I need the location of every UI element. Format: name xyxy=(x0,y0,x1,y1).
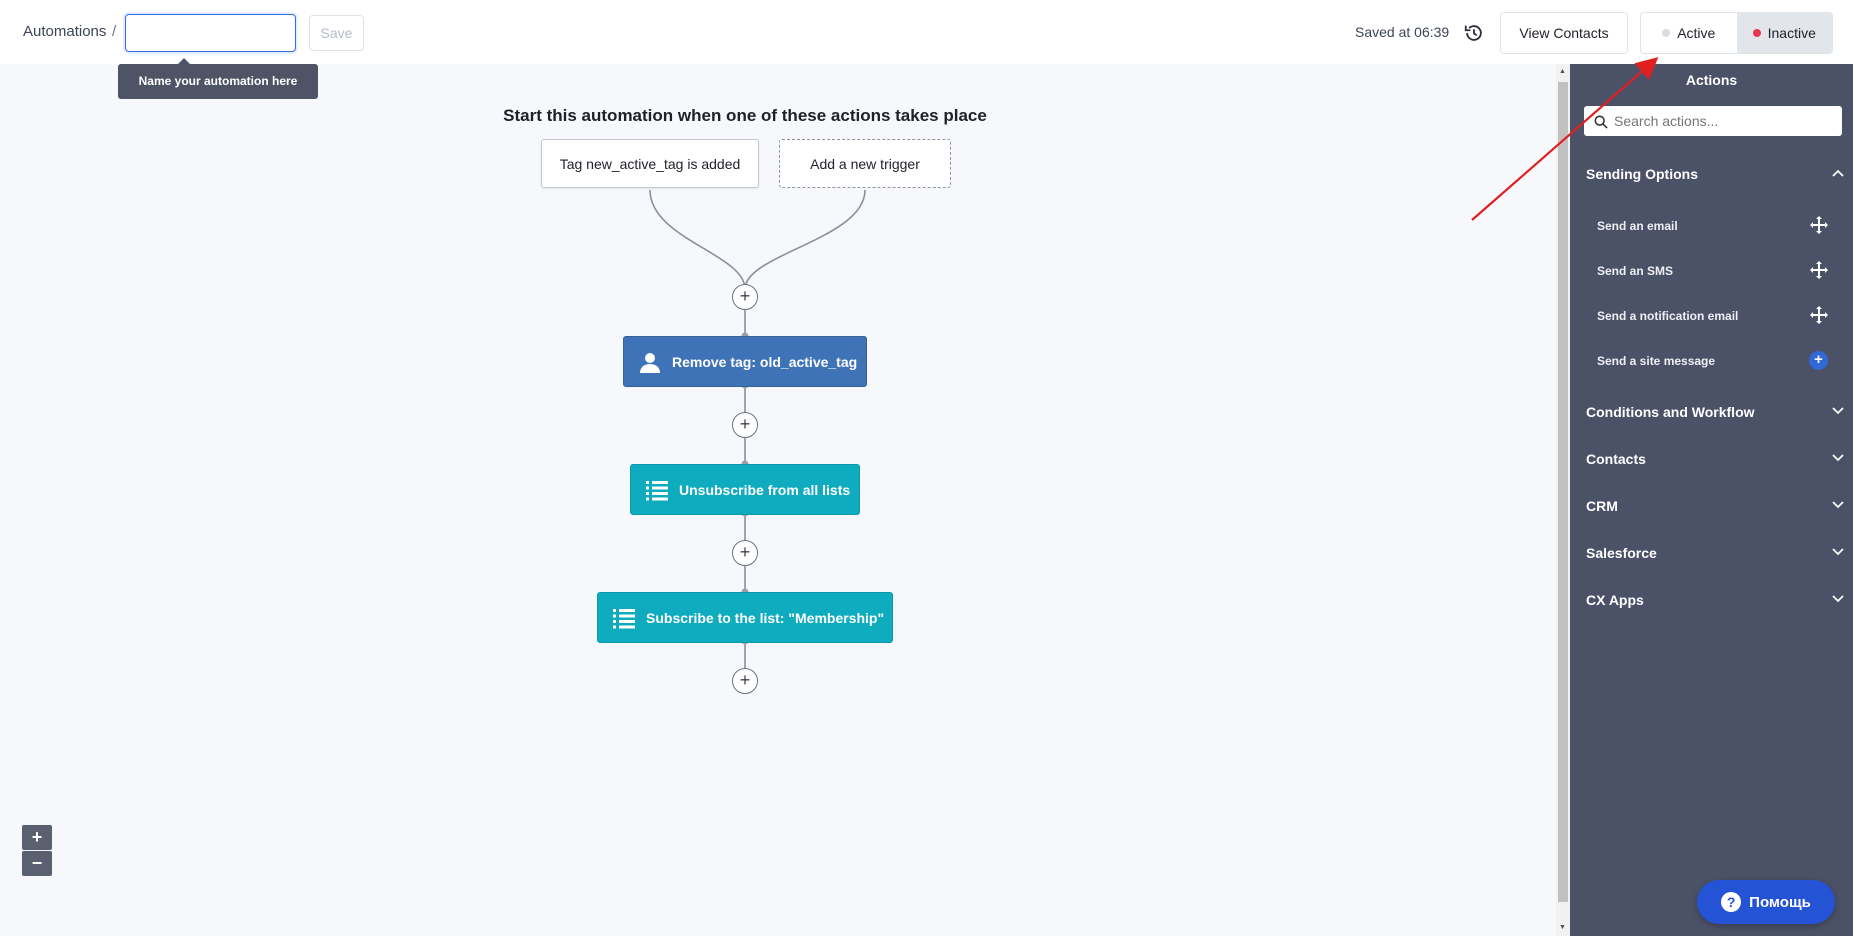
step-unsubscribe-all[interactable]: Unsubscribe from all lists xyxy=(630,464,860,515)
breadcrumb-separator: / xyxy=(112,23,117,40)
add-step-button[interactable]: + xyxy=(732,284,758,310)
trigger-tag-added[interactable]: Tag new_active_tag is added xyxy=(541,139,759,188)
section-label: CX Apps xyxy=(1586,592,1644,608)
action-send-email[interactable]: Send an email xyxy=(1597,216,1829,234)
action-label: Send an email xyxy=(1597,219,1678,233)
inactive-dot-icon xyxy=(1752,29,1761,37)
action-label: Send a notification email xyxy=(1597,309,1739,323)
section-salesforce[interactable]: Salesforce xyxy=(1586,545,1844,561)
chevron-down-icon xyxy=(1832,595,1844,603)
search-icon xyxy=(1594,115,1608,129)
chevron-down-icon xyxy=(1832,407,1844,415)
status-active-option[interactable]: Active xyxy=(1641,13,1737,53)
canvas-title: Start this automation when one of these … xyxy=(503,106,987,125)
chevron-down-icon xyxy=(1832,501,1844,509)
add-step-button[interactable]: + xyxy=(732,540,758,566)
list-icon xyxy=(613,609,635,629)
sidebar-title: Actions xyxy=(1685,72,1738,88)
step-subscribe-list[interactable]: Subscribe to the list: "Membership" xyxy=(597,592,893,643)
zoom-in-button[interactable]: + xyxy=(22,825,52,850)
history-icon[interactable] xyxy=(1463,22,1485,44)
help-label: Помощь xyxy=(1749,893,1811,911)
action-send-sms[interactable]: Send an SMS xyxy=(1597,261,1829,279)
section-label: Salesforce xyxy=(1586,545,1657,561)
list-icon xyxy=(646,481,668,501)
section-label: Sending Options xyxy=(1586,166,1698,182)
automation-name-input[interactable] xyxy=(125,14,296,52)
status-inactive-label: Inactive xyxy=(1767,25,1816,41)
status-active-label: Active xyxy=(1677,25,1716,41)
top-header: Automations / Save Saved at 06:39 View C… xyxy=(0,0,1853,64)
action-send-site-message[interactable]: Send a site message + xyxy=(1597,351,1829,370)
section-label: Conditions and Workflow xyxy=(1586,404,1755,420)
section-label: CRM xyxy=(1586,498,1618,514)
scroll-up-arrow-icon[interactable]: ▲ xyxy=(1559,68,1566,75)
add-step-button[interactable]: + xyxy=(732,668,758,694)
breadcrumb-automations[interactable]: Automations xyxy=(23,23,106,40)
scrollbar-thumb[interactable] xyxy=(1558,82,1568,902)
move-icon[interactable] xyxy=(1809,305,1829,325)
status-toggle: Active Inactive xyxy=(1640,12,1833,54)
canvas-scrollbar[interactable]: ▲ ▼ xyxy=(1556,64,1570,936)
section-crm[interactable]: CRM xyxy=(1586,498,1844,514)
action-label: Send an SMS xyxy=(1597,264,1674,278)
action-label: Send a site message xyxy=(1597,354,1716,368)
section-label: Contacts xyxy=(1586,451,1646,467)
question-icon: ? xyxy=(1721,892,1742,912)
save-button[interactable]: Save xyxy=(309,15,364,51)
action-send-notification-email[interactable]: Send a notification email xyxy=(1597,306,1829,324)
saved-at-status: Saved at 06:39 xyxy=(1355,24,1450,40)
chevron-up-icon xyxy=(1832,169,1844,177)
user-icon xyxy=(640,353,660,373)
section-cx-apps[interactable]: CX Apps xyxy=(1586,592,1844,608)
section-conditions-workflow[interactable]: Conditions and Workflow xyxy=(1586,404,1844,420)
section-sending-options[interactable]: Sending Options xyxy=(1586,166,1844,182)
plus-icon[interactable]: + xyxy=(1809,351,1828,370)
step-label: Subscribe to the list: "Membership" xyxy=(646,609,885,626)
chevron-down-icon xyxy=(1832,548,1844,556)
active-dot-icon xyxy=(1662,29,1671,37)
move-icon[interactable] xyxy=(1809,260,1829,280)
help-button[interactable]: ? Помощь xyxy=(1697,880,1835,924)
add-trigger-button[interactable]: Add a new trigger xyxy=(779,139,951,188)
zoom-out-button[interactable]: − xyxy=(22,851,52,876)
search-actions-input[interactable] xyxy=(1584,106,1842,136)
workflow-canvas[interactable]: Start this automation when one of these … xyxy=(0,64,1556,936)
status-inactive-option[interactable]: Inactive xyxy=(1736,13,1832,53)
section-contacts[interactable]: Contacts xyxy=(1586,451,1844,467)
add-step-button[interactable]: + xyxy=(732,412,758,438)
move-icon[interactable] xyxy=(1809,215,1829,235)
step-label: Unsubscribe from all lists xyxy=(679,481,851,498)
step-label: Remove tag: old_active_tag xyxy=(672,353,858,370)
view-contacts-button[interactable]: View Contacts xyxy=(1500,12,1628,54)
step-remove-tag[interactable]: Remove tag: old_active_tag xyxy=(623,336,867,387)
chevron-down-icon xyxy=(1832,454,1844,462)
actions-sidebar: Actions Sending Options Send an email Se… xyxy=(1570,64,1853,936)
scroll-down-arrow-icon[interactable]: ▼ xyxy=(1559,924,1566,931)
